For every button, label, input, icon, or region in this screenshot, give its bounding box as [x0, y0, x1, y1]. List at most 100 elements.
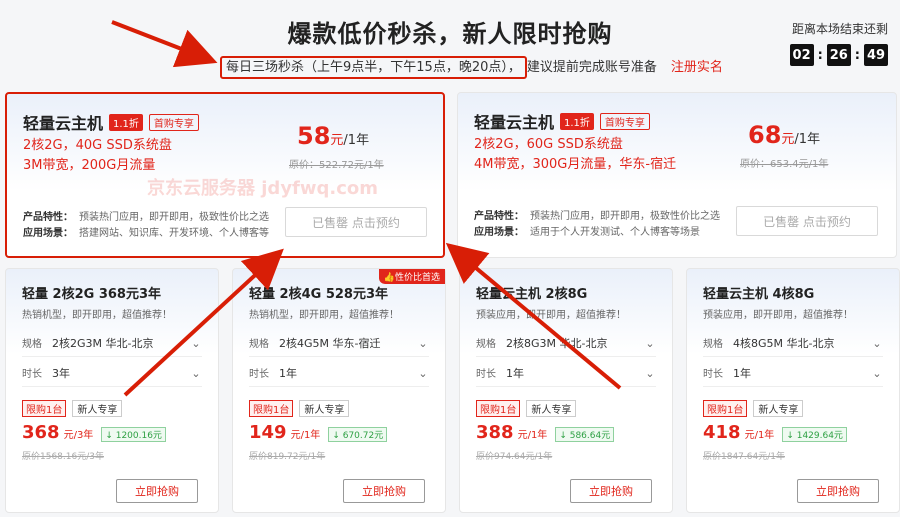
countdown-seconds: 49	[864, 44, 888, 66]
price-unit: 元	[330, 133, 344, 148]
duration-label: 时长	[703, 369, 723, 380]
watermark: 京东云服务器 jdyfwq.com	[147, 178, 379, 199]
schedule-notice: 每日三场秒杀（上午9点半，下午15点，晚20点）， 建议提前完成账号准备 注册实名	[220, 56, 723, 79]
price: 68元/1年	[748, 121, 820, 149]
scene-label: 应用场景：	[23, 228, 73, 239]
savings-value: 1429.64元	[796, 431, 843, 441]
countdown-timer: 02 : 26 : 49	[789, 44, 888, 66]
offer-desc: 预装应用，即开即用，超值推荐！	[476, 310, 626, 321]
chevron-down-icon: ⌄	[418, 336, 428, 350]
chevron-down-icon: ⌄	[191, 336, 201, 350]
original-price: 原价974.64元/1年	[476, 452, 553, 462]
scene-text: 搭建网站、知识库、开发环境、个人博客等	[79, 228, 269, 239]
newbie-tag: 新人专享	[72, 400, 123, 417]
duration-value: 3年	[52, 366, 70, 380]
product-specs: 2核2G，40G SSD系统盘 3M带宽，200G月流量	[23, 136, 172, 176]
newbie-tag: 新人专享	[526, 400, 577, 417]
countdown-separator: :	[854, 47, 860, 63]
product-name: 轻量云主机	[23, 114, 104, 133]
limit-tag: 限购1台	[249, 400, 294, 417]
price: 58元/1年	[297, 122, 369, 150]
offer-name: 轻量 2核4G 528元3年	[249, 287, 388, 302]
duration-value: 1年	[733, 366, 751, 380]
price-unit: 元/1年	[290, 430, 321, 441]
product-features: 产品特性： 预装热门应用，即开即用，极致性价比之选 应用场景： 适用于个人开发测试、…	[474, 209, 720, 241]
savings-value: 1200.16元	[115, 431, 162, 441]
offer-card: 轻量 2核2G 368元3年 热销机型，即开即用，超值推荐！ 规格 2核2G3M …	[5, 268, 219, 513]
reserve-button[interactable]: 已售罄 点击预约	[285, 207, 427, 237]
savings-badge: ↓ 586.64元	[555, 427, 615, 442]
product-card: 轻量云主机 1.1折 首购专享 2核2G，60G SSD系统盘 4M带宽，300…	[457, 92, 897, 258]
duration-label: 时长	[249, 369, 269, 380]
register-link[interactable]: 注册实名	[671, 60, 723, 75]
page-header: 爆款低价秒杀，新人限时抢购 每日三场秒杀（上午9点半，下午15点，晚20点），建…	[0, 0, 900, 88]
spec-label: 规格	[249, 339, 269, 350]
schedule-times: 每日三场秒杀（上午9点半，下午15点，晚20点），	[220, 56, 527, 79]
duration-select[interactable]: 时长 1年 ⌄	[476, 359, 656, 387]
offer-card: 轻量云主机 4核8G 预装应用，即开即用，超值推荐！ 规格 4核8G5M 华北-北…	[686, 268, 900, 513]
spec-line: 2核2G，40G SSD系统盘	[23, 138, 172, 153]
price-value: 149	[249, 422, 287, 443]
card-title: 轻量云主机 1.1折 首购专享	[23, 110, 199, 134]
newbie-tag: 新人专享	[753, 400, 804, 417]
buy-now-button[interactable]: 立即抢购	[116, 479, 198, 503]
spec-select[interactable]: 规格 2核8G3M 华北-北京 ⌄	[476, 329, 656, 357]
offer-tags: 限购1台 新人专享	[22, 400, 123, 417]
schedule-advice: 建议提前完成账号准备	[526, 60, 657, 75]
price-value: 58	[297, 122, 331, 150]
savings-badge: ↓ 1200.16元	[101, 427, 166, 442]
savings-badge: ↓ 1429.64元	[782, 427, 847, 442]
offer-name: 轻量云主机 2核8G	[476, 287, 588, 302]
price-value: 68	[748, 121, 782, 149]
spec-select[interactable]: 规格 2核2G3M 华北-北京 ⌄	[22, 329, 202, 357]
first-purchase-tag: 首购专享	[599, 112, 650, 130]
chevron-down-icon: ⌄	[191, 366, 201, 380]
limit-tag: 限购1台	[22, 400, 67, 417]
spec-label: 规格	[22, 339, 42, 350]
offer-tags: 限购1台 新人专享	[703, 400, 804, 417]
original-price: 原价819.72元/1年	[249, 452, 326, 462]
offer-card: 👍性价比首选 轻量 2核4G 528元3年 热销机型，即开即用，超值推荐！ 规格…	[232, 268, 446, 513]
duration-select[interactable]: 时长 3年 ⌄	[22, 359, 202, 387]
price-unit: 元/1年	[744, 430, 775, 441]
spec-label: 规格	[476, 339, 496, 350]
buy-now-button[interactable]: 立即抢购	[343, 479, 425, 503]
price-unit: 元/3年	[63, 430, 94, 441]
product-name: 轻量云主机	[474, 113, 555, 132]
first-purchase-tag: 首购专享	[148, 113, 199, 131]
offer-price: 149 元/1年 ↓ 670.72元	[249, 422, 388, 443]
feature-label: 产品特性：	[474, 211, 524, 222]
original-price: 原价：522.72元/1年	[289, 160, 384, 171]
feature-text: 预装热门应用，即开即用，极致性价比之选	[530, 211, 720, 222]
value-badge: 👍性价比首选	[378, 269, 445, 284]
spec-value: 4核8G5M 华北-北京	[733, 336, 835, 350]
price-value: 388	[476, 422, 514, 443]
duration-label: 时长	[22, 369, 42, 380]
scene-text: 适用于个人开发测试、个人博客等场景	[530, 227, 700, 238]
offer-price: 418 元/1年 ↓ 1429.64元	[703, 422, 847, 443]
price-value: 368	[22, 422, 60, 443]
spec-line: 2核2G，60G SSD系统盘	[474, 137, 623, 152]
countdown-minutes: 26	[826, 44, 851, 66]
offer-name: 轻量 2核2G 368元3年	[22, 287, 161, 302]
limit-tag: 限购1台	[703, 400, 748, 417]
price-unit: 元	[781, 132, 795, 147]
savings-value: 586.64元	[569, 431, 611, 441]
price-period: /1年	[343, 133, 370, 148]
duration-select[interactable]: 时长 1年 ⌄	[703, 359, 883, 387]
product-specs: 2核2G，60G SSD系统盘 4M带宽，300G月流量，华东-宿迁	[474, 135, 676, 175]
buy-now-button[interactable]: 立即抢购	[570, 479, 652, 503]
spec-value: 2核8G3M 华北-北京	[506, 336, 608, 350]
buy-now-button[interactable]: 立即抢购	[797, 479, 879, 503]
value-badge-text: 性价比首选	[394, 273, 440, 283]
reserve-button[interactable]: 已售罄 点击预约	[736, 206, 878, 236]
chevron-down-icon: ⌄	[645, 336, 655, 350]
offer-desc: 热销机型，即开即用，超值推荐！	[22, 310, 172, 321]
duration-select[interactable]: 时长 1年 ⌄	[249, 359, 429, 387]
original-price: 原价：653.4元/1年	[740, 159, 829, 170]
offer-tags: 限购1台 新人专享	[476, 400, 577, 417]
spec-select[interactable]: 规格 2核4G5M 华东-宿迁 ⌄	[249, 329, 429, 357]
spec-select[interactable]: 规格 4核8G5M 华北-北京 ⌄	[703, 329, 883, 357]
feature-text: 预装热门应用，即开即用，极致性价比之选	[79, 212, 269, 223]
discount-badge: 1.1折	[109, 113, 143, 131]
